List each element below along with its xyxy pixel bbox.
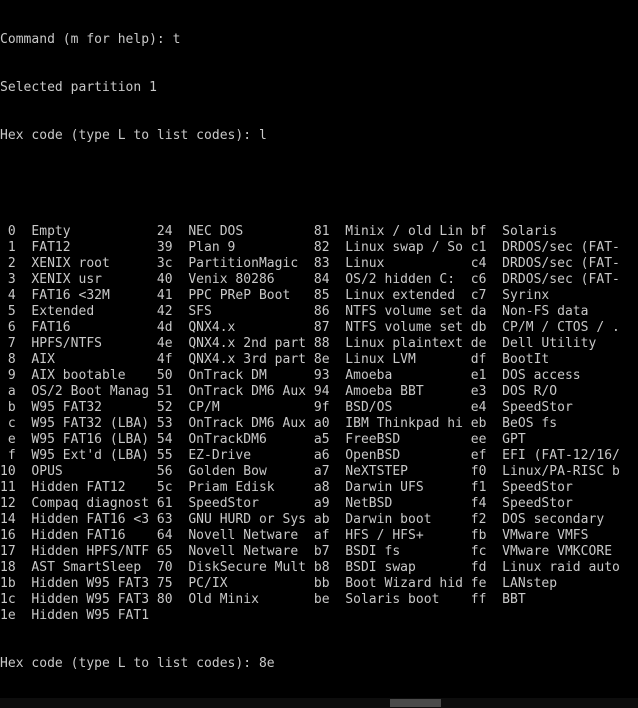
partition-type-row: 1c Hidden W95 FAT3 80 Old Minix be Solar…	[0, 592, 526, 607]
partition-type-table: 0 Empty 24 NEC DOS 81 Minix / old Lin bf…	[0, 224, 638, 624]
partition-type-row: 1 FAT12 39 Plan 9 82 Linux swap / So c1 …	[0, 240, 620, 255]
partition-type-row: 3 XENIX usr 40 Venix 80286 84 OS/2 hidde…	[0, 272, 620, 287]
partition-type-row: c W95 FAT32 (LBA) 53 OnTrack DM6 Aux a0 …	[0, 416, 558, 431]
hex-code-prompt-8e: Hex code (type L to list codes): 8e	[0, 656, 275, 671]
terminal-screen[interactable]: Command (m for help): t Selected partiti…	[0, 0, 638, 698]
partition-type-row: 12 Compaq diagnost 61 SpeedStor a9 NetBS…	[0, 496, 573, 511]
horizontal-scrollbar-track[interactable]	[0, 698, 638, 708]
command-prompt-t: Command (m for help): t	[0, 32, 181, 47]
partition-type-row: 5 Extended 42 SFS 86 NTFS volume set da …	[0, 304, 589, 319]
selected-partition-message: Selected partition 1	[0, 80, 157, 95]
partition-type-row: 0 Empty 24 NEC DOS 81 Minix / old Lin bf…	[0, 224, 558, 239]
partition-type-row: e W95 FAT16 (LBA) 54 OnTrackDM6 a5 FreeB…	[0, 432, 526, 447]
partition-type-row: f W95 Ext'd (LBA) 55 EZ-Drive a6 OpenBSD…	[0, 448, 620, 463]
partition-type-row: 14 Hidden FAT16 <3 63 GNU HURD or Sys ab…	[0, 512, 605, 527]
partition-type-row: 9 AIX bootable 50 OnTrack DM 93 Amoeba e…	[0, 368, 581, 383]
partition-type-row: 10 OPUS 56 Golden Bow a7 NeXTSTEP f0 Lin…	[0, 464, 620, 479]
hex-code-prompt-list: Hex code (type L to list codes): l	[0, 128, 267, 143]
partition-type-row: 16 Hidden FAT16 64 Novell Netware af HFS…	[0, 528, 589, 543]
partition-type-row: 6 FAT16 4d QNX4.x 87 NTFS volume set db …	[0, 320, 620, 335]
partition-type-row: 2 XENIX root 3c PartitionMagic 83 Linux …	[0, 256, 620, 271]
partition-type-row: 1b Hidden W95 FAT3 75 PC/IX bb Boot Wiza…	[0, 576, 558, 591]
partition-type-row: 11 Hidden FAT12 5c Priam Edisk a8 Darwin…	[0, 480, 573, 495]
partition-type-row: 8 AIX 4f QNX4.x 3rd part 8e Linux LVM df…	[0, 352, 550, 367]
partition-type-row: 4 FAT16 <32M 41 PPC PReP Boot 85 Linux e…	[0, 288, 550, 303]
horizontal-scrollbar-thumb[interactable]	[390, 699, 441, 707]
partition-type-row: b W95 FAT32 52 CP/M 9f BSD/OS e4 SpeedSt…	[0, 400, 573, 415]
partition-type-row: 1e Hidden W95 FAT1	[0, 608, 150, 623]
partition-type-row: 18 AST SmartSleep 70 DiskSecure Mult b8 …	[0, 560, 620, 575]
partition-type-row: a OS/2 Boot Manag 51 OnTrack DM6 Aux 94 …	[0, 384, 558, 399]
partition-type-row: 7 HPFS/NTFS 4e QNX4.x 2nd part 88 Linux …	[0, 336, 597, 351]
partition-type-row: 17 Hidden HPFS/NTF 65 Novell Netware b7 …	[0, 544, 613, 559]
